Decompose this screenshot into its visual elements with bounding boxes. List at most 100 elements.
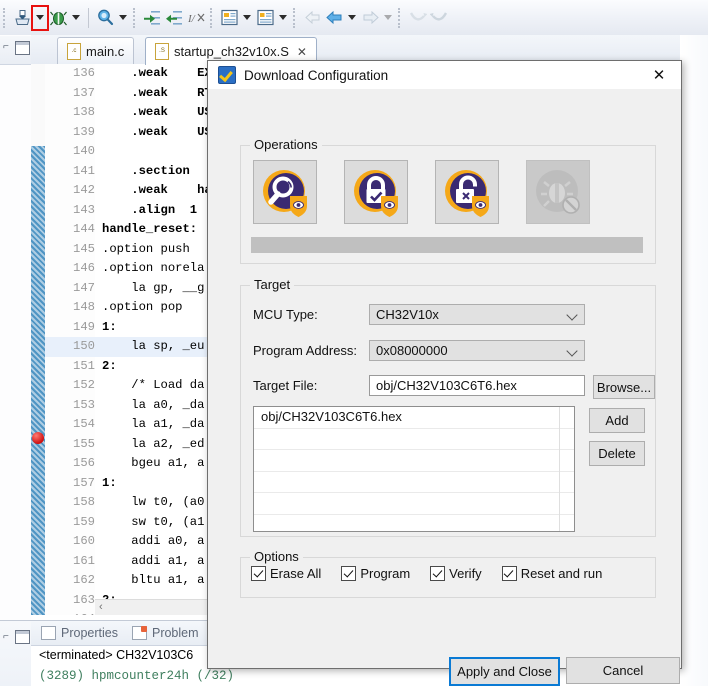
target-group: Target MCU Type: CH32V10x Program Addres… <box>240 285 656 537</box>
line-source: .align 1 <box>98 201 197 221</box>
tab-problems[interactable]: Problem <box>132 626 199 640</box>
export-download-icon[interactable] <box>11 7 33 29</box>
checkbox-icon[interactable] <box>341 566 356 581</box>
back-pale-icon <box>301 7 323 29</box>
line-number: 157 <box>45 474 98 494</box>
tab-close-icon[interactable]: ✕ <box>297 45 307 59</box>
file-list-row[interactable]: obj/CH32V103C6T6.hex <box>254 407 574 429</box>
query-chip-button[interactable] <box>253 160 317 224</box>
option-label: Erase All <box>270 566 321 581</box>
bottom-minimize-icon[interactable]: ⌐ <box>3 631 9 642</box>
line-source: 1: <box>98 318 117 338</box>
checkbox-icon[interactable] <box>430 566 445 581</box>
program-address-select[interactable]: 0x08000000 <box>369 340 585 361</box>
disable-protect-button[interactable] <box>435 160 499 224</box>
target-file-list[interactable]: obj/CH32V103C6T6.hex <box>253 406 575 532</box>
skip-breakpoints-icon[interactable]: I/ <box>185 7 207 29</box>
line-number: 143 <box>45 201 98 221</box>
toolbar-separator-5 <box>398 8 403 28</box>
line-number: 159 <box>45 513 98 533</box>
line-number: 160 <box>45 532 98 552</box>
line-source: .option norela <box>98 259 204 279</box>
breakpoint-marker[interactable] <box>32 432 44 444</box>
line-source: bgeu a1, a <box>98 454 204 474</box>
run-search-icon[interactable] <box>94 7 116 29</box>
download-configuration-dialog: Download Configuration ✕ Operations <box>207 60 682 669</box>
file-list-row[interactable] <box>254 429 574 451</box>
asm-file-icon: .S <box>155 43 169 60</box>
read-protect-button[interactable] <box>344 160 408 224</box>
tab-label: startup_ch32v10x.S <box>174 44 289 59</box>
open-perspective-icon[interactable] <box>218 7 240 29</box>
cancel-button[interactable]: Cancel <box>566 657 680 684</box>
restore-icon[interactable] <box>15 41 30 55</box>
annotation-ruler[interactable] <box>31 64 45 615</box>
back-icon[interactable] <box>323 7 345 29</box>
line-source: la a1, _da <box>98 415 204 435</box>
program-address-row: Program Address: 0x08000000 <box>253 340 585 361</box>
line-source: /* Load da <box>98 376 204 396</box>
dialog-close-icon[interactable]: ✕ <box>637 61 681 89</box>
line-source: la a0, _da <box>98 396 204 416</box>
minimize-icon[interactable]: ⌐ <box>3 41 9 52</box>
line-number: 153 <box>45 396 98 416</box>
option-program[interactable]: Program <box>341 566 410 581</box>
mcu-type-row: MCU Type: CH32V10x <box>253 304 585 325</box>
line-number: 161 <box>45 552 98 572</box>
line-source: .option push <box>98 240 190 260</box>
perspective-dropdown-arrow[interactable] <box>240 7 254 29</box>
download-dropdown-arrow[interactable] <box>33 7 47 29</box>
chevron-down-icon <box>566 345 577 356</box>
toolbar-separator-3 <box>210 8 215 28</box>
tab-main-c[interactable]: .c main.c <box>57 37 134 65</box>
file-list-row[interactable] <box>254 515 574 533</box>
file-list-row[interactable] <box>254 493 574 515</box>
checkbox-icon[interactable] <box>251 566 266 581</box>
line-number: 163 <box>45 591 98 611</box>
step-into-icon[interactable] <box>141 7 163 29</box>
browse-button[interactable]: Browse... <box>593 375 655 399</box>
run-dropdown-arrow[interactable] <box>116 7 130 29</box>
back-dropdown-arrow[interactable] <box>345 7 359 29</box>
debug-bug-icon[interactable] <box>47 7 69 29</box>
target-file-input[interactable]: obj/CH32V103C6T6.hex <box>369 375 585 396</box>
problems-icon <box>132 626 147 640</box>
add-file-button[interactable]: Add <box>589 408 645 433</box>
line-number: 154 <box>45 415 98 435</box>
line-source: la gp, __g <box>98 279 204 299</box>
open-console-icon[interactable] <box>254 7 276 29</box>
options-group: Options Erase AllProgramVerifyReset and … <box>240 557 656 598</box>
apply-and-close-button[interactable]: Apply and Close <box>449 657 560 686</box>
operation-buttons-row <box>253 160 590 224</box>
file-list-row[interactable] <box>254 472 574 494</box>
console-dropdown-arrow[interactable] <box>276 7 290 29</box>
target-file-label: Target File: <box>253 378 369 393</box>
line-source: addi a0, a <box>98 532 204 552</box>
option-verify[interactable]: Verify <box>430 566 482 581</box>
mcu-type-select[interactable]: CH32V10x <box>369 304 585 325</box>
mcu-type-label: MCU Type: <box>253 307 369 322</box>
line-number: 151 <box>45 357 98 377</box>
option-erase-all[interactable]: Erase All <box>251 566 321 581</box>
line-number: 139 <box>45 123 98 143</box>
line-number: 147 <box>45 279 98 299</box>
toolbar-separator-4 <box>293 8 298 28</box>
c-file-icon: .c <box>67 43 81 60</box>
line-source <box>98 142 102 162</box>
tab-properties[interactable]: Properties <box>41 626 118 640</box>
scroll-left-icon[interactable]: ‹ <box>99 601 103 613</box>
option-label: Program <box>360 566 410 581</box>
delete-file-button[interactable]: Delete <box>589 441 645 466</box>
svg-text:I/: I/ <box>187 13 196 25</box>
file-list-row[interactable] <box>254 450 574 472</box>
dialog-titlebar[interactable]: Download Configuration ✕ <box>208 61 681 89</box>
checkbox-icon[interactable] <box>502 566 517 581</box>
option-label: Verify <box>449 566 482 581</box>
line-source: la sp, _eu <box>98 337 204 357</box>
debug-dropdown-arrow[interactable] <box>69 7 83 29</box>
step-return-icon[interactable] <box>163 7 185 29</box>
option-reset-and-run[interactable]: Reset and run <box>502 566 603 581</box>
bottom-left-strip: ⌐ <box>0 620 31 686</box>
bottom-restore-icon[interactable] <box>15 630 30 644</box>
line-number: 152 <box>45 376 98 396</box>
